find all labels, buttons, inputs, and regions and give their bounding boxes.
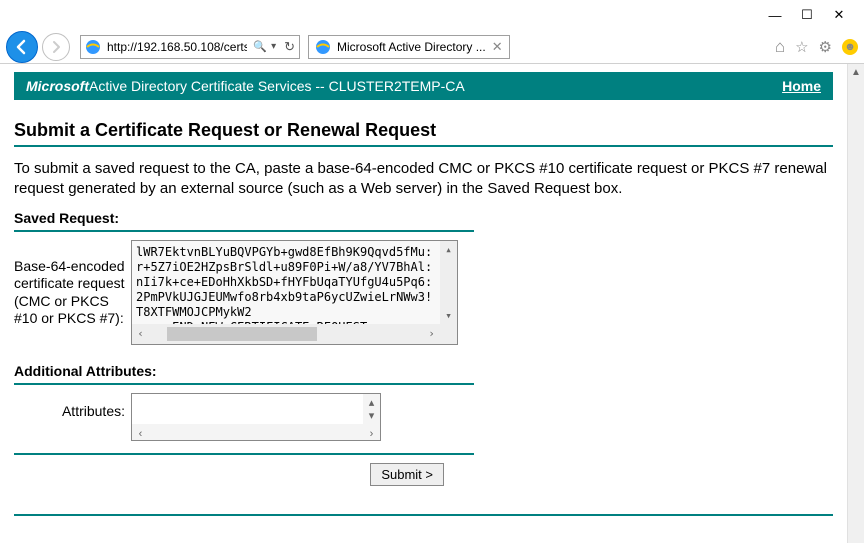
title-divider [14,145,833,147]
close-icon[interactable]: ✕ [832,8,846,22]
attributes-row: Attributes: ▴ ▾ ‹ › [14,393,474,441]
scroll-down-icon[interactable]: ▾ [363,407,380,424]
chevron-down-icon[interactable]: ▾ [271,41,276,52]
tab-close-icon[interactable]: ✕ [492,39,503,55]
smiley-icon[interactable]: ☻ [842,39,858,55]
scroll-up-icon[interactable]: ▴ [440,241,457,258]
address-bar[interactable]: 🔍 ▾ ↻ [80,35,300,59]
tools-icon[interactable]: ⚙ [819,38,832,56]
page-content: ▲ Microsoft Active Directory Certificate… [0,64,864,543]
saved-request-textarea[interactable]: lWR7EktvnBLYuBQVPGYb+gwd8EfBh9K9Qqvd5fMu… [131,240,458,345]
home-icon[interactable]: ⌂ [775,37,785,57]
attributes-textarea[interactable]: ▴ ▾ ‹ › [131,393,381,441]
cert-services-header: Microsoft Active Directory Certificate S… [14,72,833,100]
back-button[interactable] [6,31,38,63]
saved-request-field-label: Base-64-encoded certificate request (CMC… [14,240,131,328]
forward-button[interactable] [42,33,70,61]
scroll-up-icon[interactable]: ▲ [848,64,864,81]
search-dropdown-icon[interactable]: 🔍 [253,40,267,53]
minimize-icon[interactable]: — [768,8,782,22]
additional-attributes-section-label: Additional Attributes: [14,363,474,379]
saved-request-section-label: Saved Request: [14,210,833,226]
scroll-down-icon[interactable]: ▾ [440,307,457,324]
section-divider [14,230,474,232]
browser-toolbar: 🔍 ▾ ↻ Microsoft Active Directory ... ✕ ⌂… [0,30,864,64]
textarea-vscroll[interactable]: ▴ ▾ [363,394,380,424]
refresh-icon[interactable]: ↻ [284,39,295,55]
submit-button[interactable]: Submit > [370,463,444,486]
ie-icon [85,39,101,55]
saved-request-row: Base-64-encoded certificate request (CMC… [14,240,833,345]
bottom-divider [14,514,833,516]
submit-row: Submit > [14,463,444,486]
section-divider [14,383,474,385]
browser-icons-right: ⌂ ☆ ⚙ ☻ [775,37,858,57]
scroll-thumb[interactable] [167,327,317,341]
textarea-vscroll[interactable]: ▴ ▾ [440,241,457,324]
attributes-field-label: Attributes: [14,393,131,419]
product-label: Active Directory Certificate Services --… [89,78,465,94]
brand-label: Microsoft [26,78,89,94]
url-input[interactable] [105,39,249,55]
browser-tab[interactable]: Microsoft Active Directory ... ✕ [308,35,510,59]
intro-text: To submit a saved request to the CA, pas… [14,159,833,200]
window-controls: — ☐ ✕ [0,0,864,30]
maximize-icon[interactable]: ☐ [800,8,814,22]
scroll-right-icon[interactable]: › [423,324,440,344]
tab-title: Microsoft Active Directory ... [337,40,486,54]
page-scrollbar[interactable]: ▲ [847,64,864,543]
ie-icon [315,39,331,55]
home-link[interactable]: Home [782,78,821,94]
textarea-hscroll[interactable]: ‹ › [132,324,457,344]
scroll-right-icon[interactable]: › [363,424,380,444]
textarea-hscroll[interactable]: ‹ › [132,424,380,440]
favorites-icon[interactable]: ☆ [795,38,808,56]
section-divider [14,453,474,455]
scroll-left-icon[interactable]: ‹ [132,324,149,344]
page-title: Submit a Certificate Request or Renewal … [14,120,833,141]
scroll-left-icon[interactable]: ‹ [132,424,149,444]
